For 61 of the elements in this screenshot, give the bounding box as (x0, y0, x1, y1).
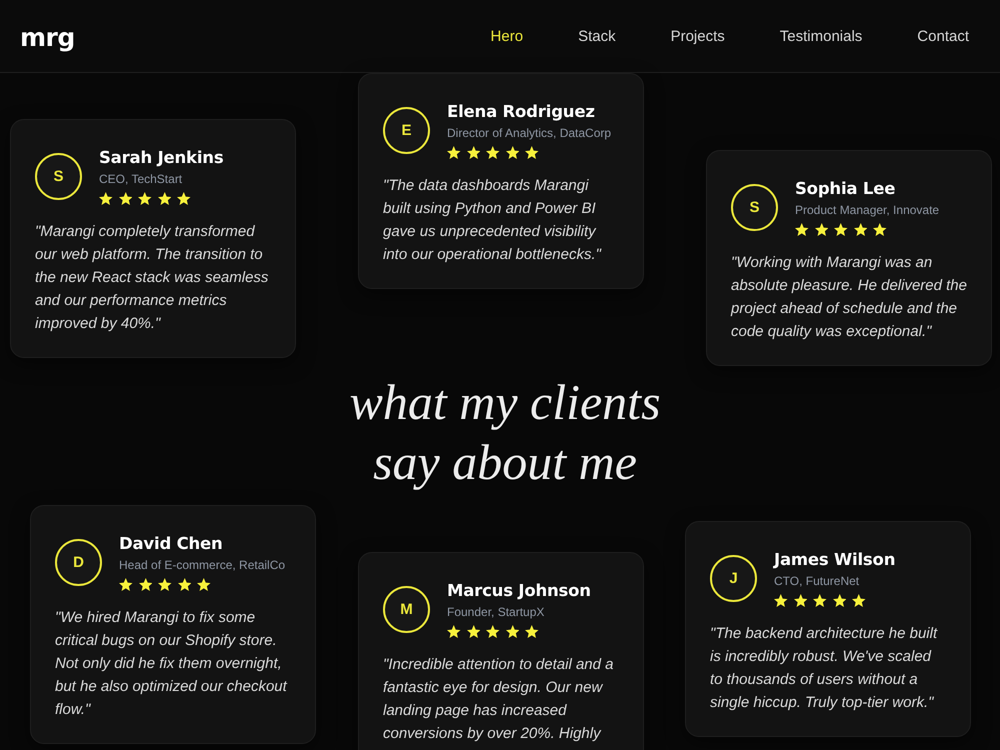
star-icon (525, 625, 538, 638)
star-icon (177, 192, 190, 205)
client-role: CEO, TechStart (99, 171, 184, 187)
star-icon (873, 223, 886, 236)
star-icon (178, 578, 191, 591)
star-icon (447, 146, 460, 159)
testimonial-quote: "The data dashboards Marangi built using Python and Power BI gave us unprecedented visibility into our operational bottlenecks." (383, 176, 602, 265)
star-icon (466, 625, 480, 638)
star-icon (852, 594, 866, 607)
nav-link[interactable]: Hero (490, 28, 524, 44)
client-role: CTO, FutureNet (774, 573, 860, 589)
star-icon (447, 625, 460, 638)
star-icon (834, 223, 848, 236)
testimonial-quote: "Incredible attention to detail and a fantastic eye for design. Our new landing page has increased conversions by over 20%. Highly (383, 655, 614, 744)
logo[interactable]: mrg (20, 22, 75, 52)
avatar-initial: D (55, 538, 102, 586)
star-icon (854, 223, 867, 236)
star-icon (525, 146, 538, 159)
nav-link[interactable]: Contact (917, 28, 969, 44)
star-icon (774, 594, 788, 607)
star-icon (138, 578, 152, 591)
star-icon (466, 146, 480, 159)
star-icon (486, 625, 500, 638)
star-icon (197, 578, 210, 591)
star-icon (794, 594, 807, 607)
star-icon (158, 578, 172, 591)
avatar-initial: S (731, 184, 778, 230)
testimonial-quote: "Marangi completely transformed our web platform. The transition to the new React stack was seamless and our performance metrics improved by 40%." (35, 222, 270, 334)
section-heading: what my clients say about me (348, 373, 662, 492)
client-role: Head of E-commerce, RetailCo (119, 557, 286, 573)
star-icon (158, 192, 171, 205)
star-icon (813, 594, 826, 607)
client-name: David Chen (119, 533, 224, 554)
client-name: Sarah Jenkins (99, 147, 224, 168)
testimonial-quote: "The backend architecture he built is incredibly robust. We've scaled to thousands of users without a single hiccup. Truly top-tier work." (710, 624, 939, 713)
star-icon (795, 223, 808, 236)
client-name: James Wilson (774, 549, 896, 570)
client-role: Product Manager, Innovate (795, 202, 940, 218)
star-icon (832, 594, 846, 607)
avatar-initial: J (710, 554, 757, 602)
star-icon (119, 578, 132, 591)
star-icon (486, 146, 500, 159)
star-icon (814, 223, 828, 236)
nav-link[interactable]: Stack (578, 28, 616, 44)
nav-link[interactable]: Testimonials (780, 28, 862, 44)
nav-link[interactable]: Projects (670, 28, 725, 44)
client-role: Director of Analytics, DataCorp (447, 125, 612, 141)
client-name: Elena Rodriguez (447, 101, 596, 122)
client-name: Marcus Johnson (447, 580, 592, 601)
client-name: Sophia Lee (795, 178, 896, 199)
star-icon (506, 146, 519, 159)
star-icon (99, 192, 112, 205)
avatar-initial: M (383, 586, 430, 632)
testimonial-quote: "Working with Marangi was an absolute pleasure. He delivered the project ahead of schedule and the code quality was exceptional." (731, 253, 968, 342)
star-icon (118, 192, 132, 205)
testimonial-quote: "We hired Marangi to fix some critical bugs on our Shopify store. Not only did he fix them overnight, but he also optimized our checkout flow." (55, 608, 288, 720)
client-role: Founder, StartupX (447, 604, 546, 620)
avatar-initial: S (35, 152, 82, 200)
star-icon (506, 625, 519, 638)
star-icon (138, 192, 152, 205)
avatar-initial: E (383, 106, 430, 154)
